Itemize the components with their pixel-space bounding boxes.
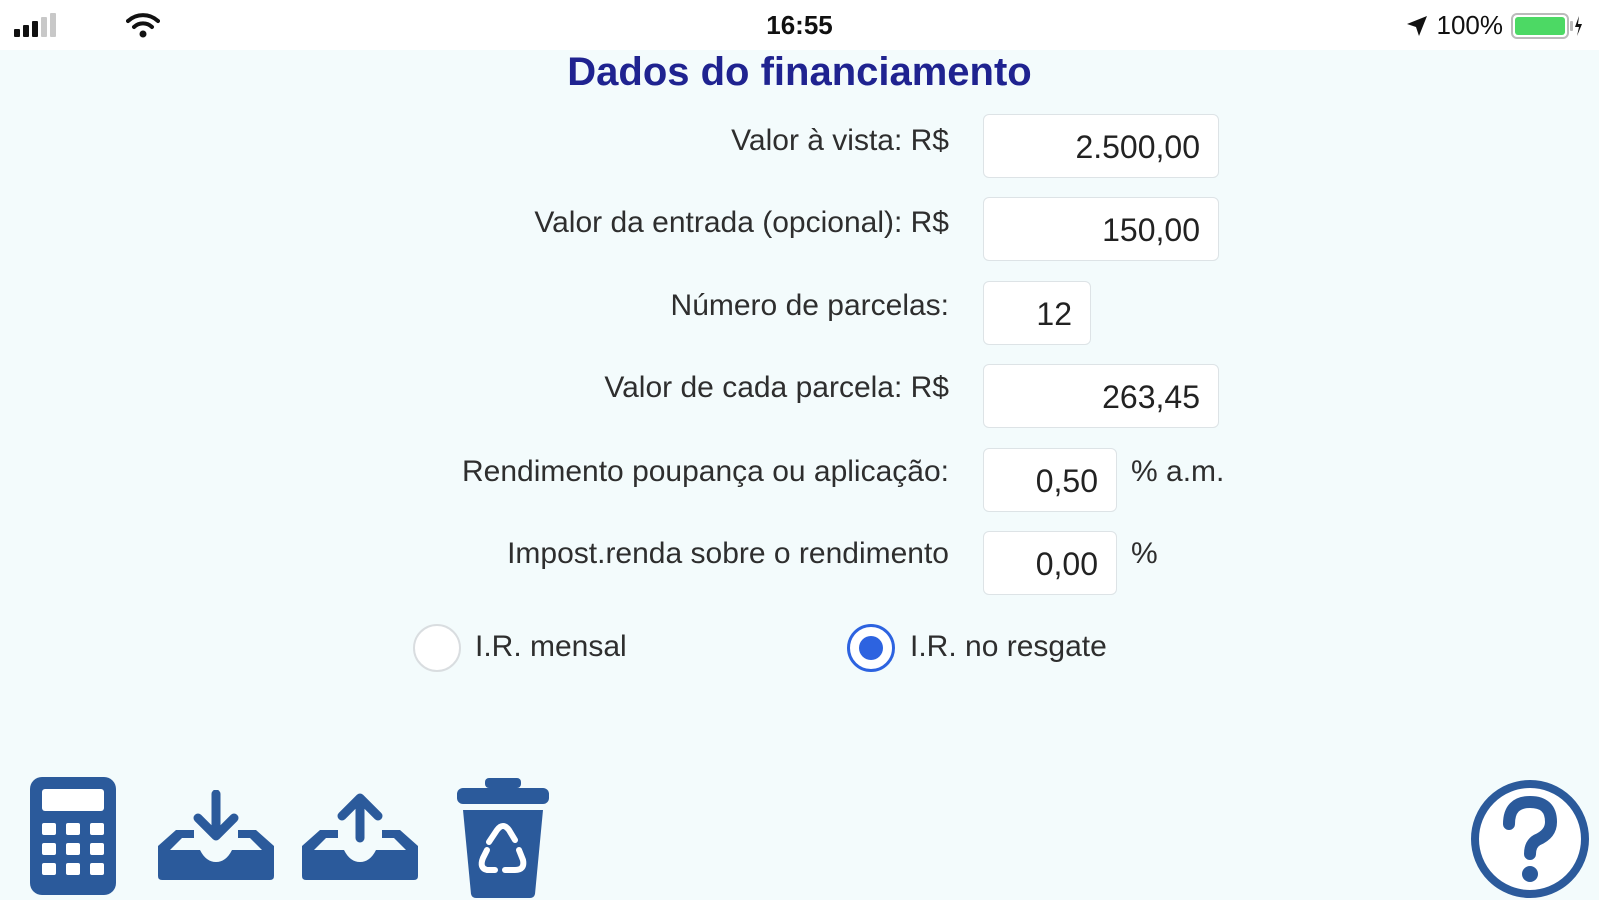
- valor-vista-field[interactable]: 2.500,00: [983, 114, 1219, 178]
- page-title: Dados do financiamento: [567, 50, 1032, 94]
- imposto-label: Impost.renda sobre o rendimento: [507, 537, 949, 570]
- ir-mensal-radio[interactable]: [413, 624, 461, 672]
- entrada-field[interactable]: 150,00: [983, 197, 1219, 261]
- rendimento-suffix: % a.m.: [1131, 455, 1225, 488]
- valor-parcela-label: Valor de cada parcela: R$: [604, 371, 949, 404]
- battery-icon: [1511, 12, 1582, 39]
- ir-resgate-label[interactable]: I.R. no resgate: [910, 630, 1107, 664]
- rendimento-field[interactable]: 0,50: [983, 448, 1117, 512]
- download-tray-icon[interactable]: [154, 790, 278, 882]
- upload-tray-icon[interactable]: [298, 790, 422, 882]
- valor-parcela-field[interactable]: 263,45: [983, 364, 1219, 428]
- rendimento-label: Rendimento poupança ou aplicação:: [461, 455, 949, 488]
- parcelas-field[interactable]: 12: [983, 281, 1091, 345]
- imposto-suffix: %: [1131, 537, 1158, 570]
- calculator-icon[interactable]: [28, 775, 118, 897]
- status-bar: 16:55 100%: [0, 0, 1599, 50]
- help-question-icon[interactable]: [1469, 778, 1591, 900]
- status-time: 16:55: [766, 10, 833, 40]
- ir-resgate-radio[interactable]: [847, 624, 895, 672]
- valor-vista-label: Valor à vista: R$: [731, 124, 949, 157]
- battery-percentage: 100%: [1436, 10, 1504, 40]
- ir-mensal-label[interactable]: I.R. mensal: [475, 630, 627, 664]
- parcelas-label: Número de parcelas:: [670, 289, 949, 322]
- recycle-trash-icon[interactable]: [455, 776, 551, 900]
- imposto-field[interactable]: 0,00: [983, 531, 1117, 595]
- location-arrow-icon: [1406, 15, 1427, 36]
- entrada-label: Valor da entrada (opcional): R$: [534, 206, 949, 239]
